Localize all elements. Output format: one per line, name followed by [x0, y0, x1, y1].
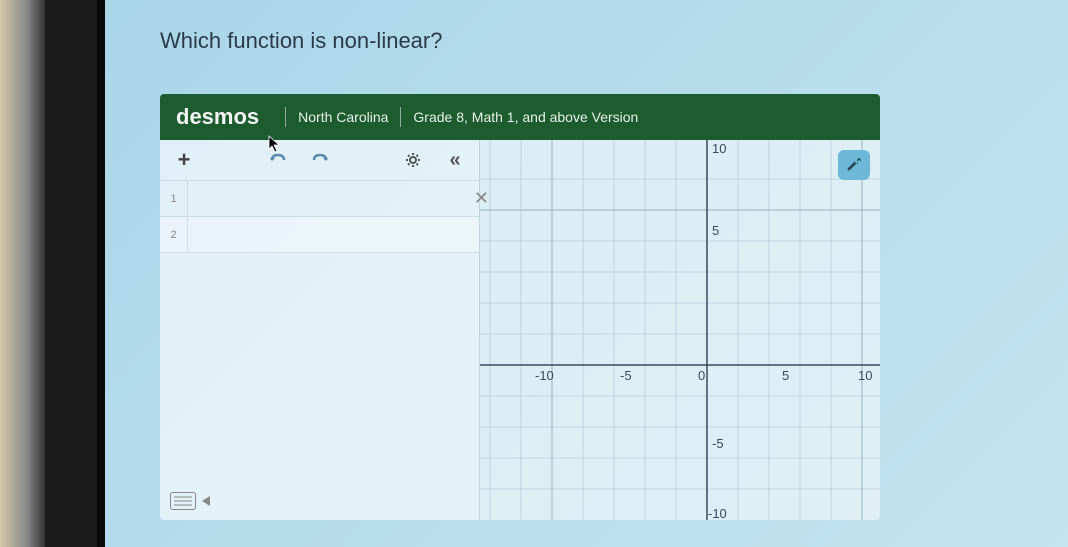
expression-input[interactable]: [188, 181, 479, 216]
expression-toolbar: + «: [160, 140, 479, 181]
coordinate-plane[interactable]: 10 5 -5 -10 -10 -5 0 5 10: [480, 140, 880, 520]
header-divider: [400, 107, 401, 127]
monitor-edge: [0, 0, 45, 547]
x-tick-label: -10: [535, 368, 554, 383]
desmos-body: + « 1: [160, 140, 880, 520]
redo-icon: [311, 153, 329, 167]
grid-minor: [480, 140, 880, 520]
expression-row[interactable]: 2: [160, 217, 479, 253]
monitor-bezel: [0, 0, 105, 547]
mouse-cursor: [268, 135, 282, 153]
keyboard-toggle[interactable]: [170, 492, 210, 510]
y-tick-label: -5: [712, 436, 724, 451]
close-icon[interactable]: ✕: [474, 188, 489, 209]
expression-input[interactable]: [188, 217, 479, 252]
y-tick-label: -10: [708, 506, 727, 520]
expression-sidebar: + « 1: [160, 140, 480, 520]
graph-settings-button[interactable]: [838, 150, 870, 180]
desmos-calculator: desmos North Carolina Grade 8, Math 1, a…: [160, 94, 880, 520]
settings-button[interactable]: [401, 148, 425, 172]
desmos-logo: desmos: [176, 104, 259, 130]
undo-icon: [269, 153, 287, 167]
expression-number: 1: [160, 181, 188, 216]
collapse-button[interactable]: «: [443, 148, 467, 172]
y-tick-label: 5: [712, 223, 719, 238]
grid-major: [480, 140, 880, 520]
content-area: Which function is non-linear? desmos Nor…: [120, 0, 1068, 547]
y-tick-label: 10: [712, 141, 726, 156]
expression-number: 2: [160, 217, 188, 252]
audio-icon: [202, 496, 210, 506]
x-tick-label: 0: [698, 368, 705, 383]
x-tick-label: 5: [782, 368, 789, 383]
wrench-icon: [845, 156, 863, 174]
header-divider: [285, 107, 286, 127]
graph-area[interactable]: 10 5 -5 -10 -10 -5 0 5 10: [480, 140, 880, 520]
version-link[interactable]: Grade 8, Math 1, and above Version: [413, 109, 638, 125]
region-link[interactable]: North Carolina: [298, 109, 388, 125]
keyboard-icon: [170, 492, 196, 510]
question-text: Which function is non-linear?: [160, 28, 1028, 54]
expression-row[interactable]: 1: [160, 181, 479, 217]
desmos-header: desmos North Carolina Grade 8, Math 1, a…: [160, 94, 880, 140]
gear-icon: [404, 151, 422, 169]
x-tick-label: 10: [858, 368, 872, 383]
x-tick-label: -5: [620, 368, 632, 383]
redo-button[interactable]: [308, 148, 332, 172]
add-expression-button[interactable]: +: [172, 148, 196, 172]
